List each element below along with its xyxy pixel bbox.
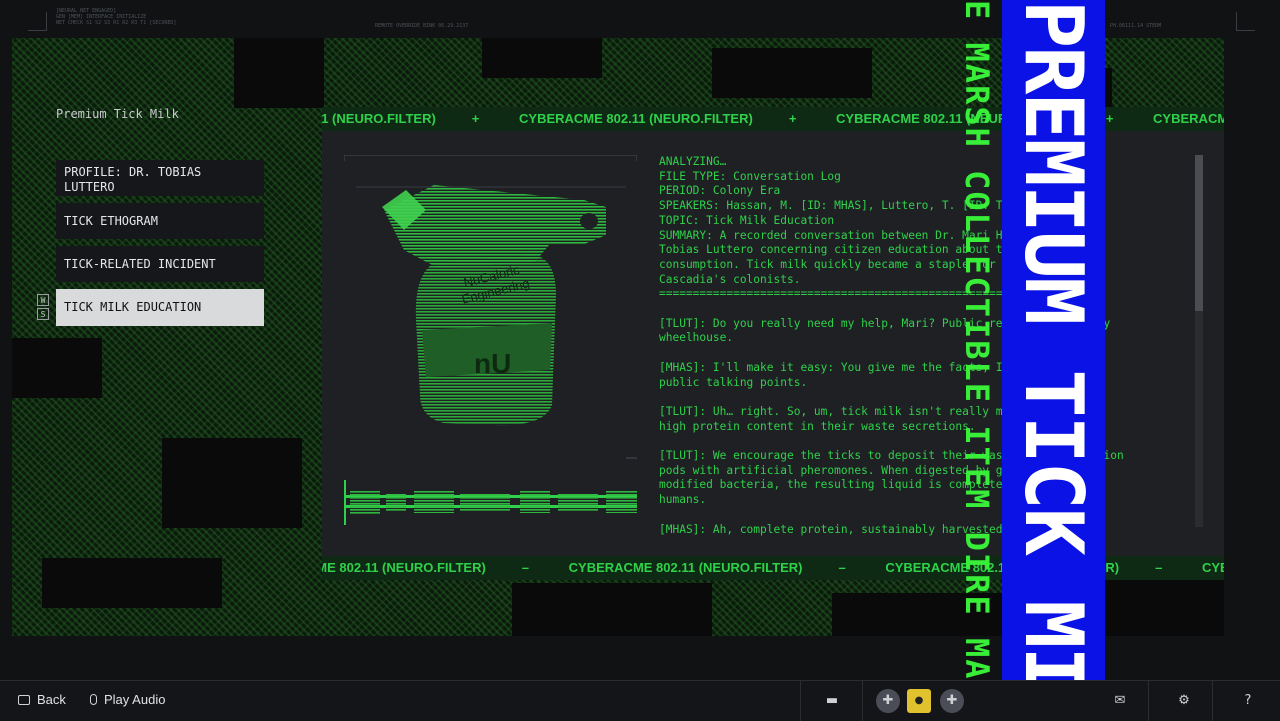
ticker-text: CYBERACME 802.11 (NEURO.FILTER) bbox=[519, 111, 753, 126]
ticker-text: CYBERACME 802.11 (NEURO.FILTER) bbox=[568, 560, 803, 575]
collectible-item-name-banner: PREMIUM TICK MILK bbox=[1002, 0, 1105, 720]
settings-gear-icon[interactable]: ⚙ bbox=[1172, 689, 1196, 713]
bottom-bar: Back Play Audio ▬ ✚ ● ✚ ✉ ⚙ ? bbox=[0, 680, 1280, 721]
key-hint-s: S bbox=[37, 308, 49, 320]
menu-item-tick-milk-education[interactable]: TICK MILK EDUCATION bbox=[56, 289, 264, 326]
menu-item-profile[interactable]: PROFILE: DR. TOBIAS LUTTERO bbox=[56, 160, 264, 196]
help-icon[interactable]: ? bbox=[1236, 689, 1260, 713]
item-title: Premium Tick Milk bbox=[56, 107, 179, 121]
back-button[interactable]: Back bbox=[18, 692, 66, 707]
item-viewer: NuCaloric Engineering nU bbox=[343, 154, 638, 527]
scrollbar-thumb[interactable] bbox=[1195, 155, 1203, 311]
ticker-text: CYBERACME 802.11 (NEURO.FILTER) bbox=[322, 111, 436, 126]
add-friend-icon[interactable]: ✚ bbox=[876, 689, 900, 713]
back-label: Back bbox=[37, 692, 66, 707]
mouse-icon bbox=[90, 694, 97, 705]
divider bbox=[1148, 681, 1149, 721]
menu-item-tick-incident[interactable]: TICK-RELATED INCIDENT bbox=[56, 246, 264, 282]
menu-item-tick-ethogram[interactable]: TICK ETHOGRAM bbox=[56, 203, 264, 239]
play-audio-button[interactable]: Play Audio bbox=[90, 692, 165, 707]
divider bbox=[1212, 681, 1213, 721]
brand-mark: nU bbox=[474, 348, 511, 379]
player-avatar-icon[interactable]: ● bbox=[907, 689, 931, 713]
log-scrollbar[interactable] bbox=[1195, 155, 1203, 527]
codex-menu: PROFILE: DR. TOBIAS LUTTERO TICK ETHOGRA… bbox=[56, 160, 264, 333]
keyboard-key-icon bbox=[18, 694, 30, 705]
play-audio-label: Play Audio bbox=[104, 692, 166, 707]
collectible-banner-text: E MARSH COLLECTIBLE ITEM DIRE MARSH bbox=[958, 0, 996, 720]
hud-code: PH.06111.14 STERM bbox=[1110, 23, 1162, 29]
add-party-icon[interactable]: ✚ bbox=[940, 689, 964, 713]
hud-timestamp: REMOTE OVERRIDE BINK 06.29.2137 bbox=[375, 23, 469, 29]
hud-status-text: [NEURAL NET ENGAGED] GEN [MEM] INTERFACE… bbox=[56, 8, 177, 26]
divider bbox=[862, 681, 863, 721]
mail-icon[interactable]: ✉ bbox=[1108, 689, 1132, 713]
divider bbox=[800, 681, 801, 721]
chat-icon[interactable]: ▬ bbox=[820, 689, 844, 713]
tick-milk-pod-hologram: NuCaloric Engineering nU bbox=[343, 154, 638, 525]
audio-waveform bbox=[344, 480, 637, 525]
ticker-text: CYBERACME 802.11 (NEURO.FILTER) bbox=[322, 560, 486, 575]
ticker-text: CYBERACME 802.11 (NEURO.FILTER) bbox=[1201, 560, 1224, 575]
ticker-text: CYBERACME 802.11 (NEURO.FILTER) bbox=[1153, 111, 1224, 126]
key-hint-w: W bbox=[37, 294, 49, 306]
corner-bracket bbox=[1236, 12, 1255, 31]
corner-bracket bbox=[28, 12, 47, 31]
